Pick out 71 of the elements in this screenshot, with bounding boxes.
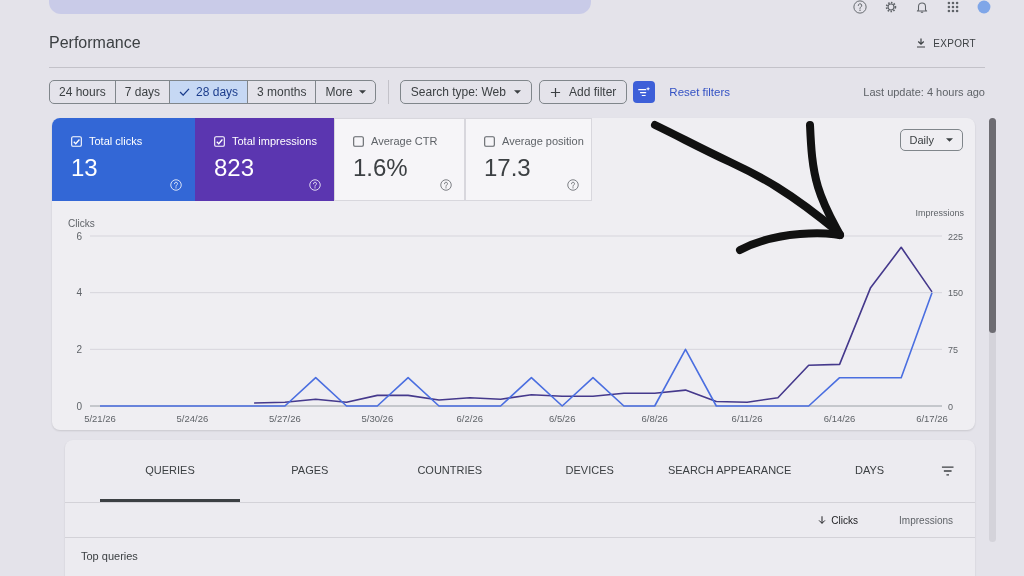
x-axis-tick: 6/11/26 xyxy=(731,413,763,424)
filter-sparkle-icon xyxy=(637,85,652,99)
date-range-option[interactable]: 24 hours xyxy=(50,81,116,103)
help-icon[interactable] xyxy=(567,179,579,191)
check-icon xyxy=(179,88,191,96)
plus-icon xyxy=(549,86,561,98)
gear-icon[interactable] xyxy=(884,0,898,14)
x-axis-tick: 5/27/26 xyxy=(269,413,301,424)
sort-down-arrow-icon xyxy=(817,515,828,525)
last-update-text: Last update: 4 hours ago xyxy=(863,86,985,98)
help-icon[interactable] xyxy=(440,179,452,191)
metric-label: Total clicks xyxy=(89,135,143,147)
y-axis-tick: 225 xyxy=(948,231,964,242)
column-header[interactable]: Clicks xyxy=(763,503,858,537)
x-axis-tick: 5/21/26 xyxy=(84,413,116,424)
date-range-option[interactable]: 3 months xyxy=(248,81,317,103)
scrollbar-thumb[interactable] xyxy=(989,118,996,333)
x-axis-tick: 5/24/26 xyxy=(176,413,209,424)
filter-button[interactable] xyxy=(633,81,656,103)
more-menu-button[interactable]: More xyxy=(316,81,375,103)
report-tab[interactable]: PAGES xyxy=(239,440,380,502)
help-icon[interactable] xyxy=(853,0,867,14)
apps-grid-icon[interactable] xyxy=(946,0,960,14)
x-axis-tick: 5/30/26 xyxy=(361,413,394,424)
metric-label: Average position xyxy=(502,135,584,147)
bell-icon[interactable] xyxy=(915,0,929,14)
metric-value: 823 xyxy=(214,153,256,183)
filter-icon[interactable] xyxy=(939,463,955,479)
metric-value: 17.3 xyxy=(484,153,532,183)
y-axis-tick: 150 xyxy=(948,288,964,299)
metric-tile[interactable]: Average CTR 1.6% xyxy=(334,118,465,201)
caret-icon xyxy=(946,138,953,142)
y-axis-tick: 4 xyxy=(76,287,82,299)
metric-label: Total impressions xyxy=(232,135,317,147)
y-axis-tick: 0 xyxy=(948,401,953,412)
y-axis-title: Impressions xyxy=(915,208,964,218)
metric-label: Average CTR xyxy=(371,135,438,147)
column-header[interactable]: Impressions xyxy=(858,503,953,537)
add-filter-button[interactable]: Add filter xyxy=(538,80,628,104)
top-search-field[interactable] xyxy=(49,0,591,14)
y-axis-tick: 0 xyxy=(76,400,82,412)
checkbox[interactable] xyxy=(484,135,495,147)
export-button[interactable]: EXPORT xyxy=(911,34,980,52)
y-axis-tick: 6 xyxy=(76,230,82,242)
report-tab[interactable]: DEVICES xyxy=(519,440,660,502)
metric-value: 1.6% xyxy=(353,153,409,183)
x-axis-tick: 6/14/26 xyxy=(823,413,856,424)
caret-icon xyxy=(513,90,521,94)
x-axis-tick: 6/17/26 xyxy=(916,413,948,424)
x-axis-tick: 6/8/26 xyxy=(641,413,668,424)
download-icon xyxy=(915,37,928,49)
y-axis-title: Clicks xyxy=(68,218,95,229)
x-axis-tick: 6/2/26 xyxy=(456,413,483,424)
metric-tile[interactable]: Average position 17.3 xyxy=(465,118,592,201)
report-tab[interactable]: DAYS xyxy=(799,440,940,502)
y-axis-tick: 75 xyxy=(948,344,958,355)
section-title: Top queries xyxy=(80,549,139,562)
scrollbar-track[interactable] xyxy=(989,118,996,542)
date-range-option[interactable]: 28 days xyxy=(170,81,249,103)
y-axis-tick: 2 xyxy=(76,343,82,355)
x-axis-tick: 6/5/26 xyxy=(549,413,576,424)
page-title: Performance xyxy=(49,34,141,52)
report-tab[interactable]: COUNTRIES xyxy=(379,440,520,502)
reset-filters-link[interactable]: Reset filters xyxy=(669,86,731,98)
checkbox[interactable] xyxy=(353,135,364,147)
report-tab[interactable]: QUERIES xyxy=(100,440,240,502)
caret-icon xyxy=(358,90,366,94)
metric-value: 13 xyxy=(71,153,99,183)
granularity-dropdown[interactable]: Daily xyxy=(899,129,963,151)
search-type-dropdown[interactable]: Search type: Web xyxy=(399,80,532,104)
report-tab[interactable]: SEARCH APPEARANCE xyxy=(659,440,800,502)
